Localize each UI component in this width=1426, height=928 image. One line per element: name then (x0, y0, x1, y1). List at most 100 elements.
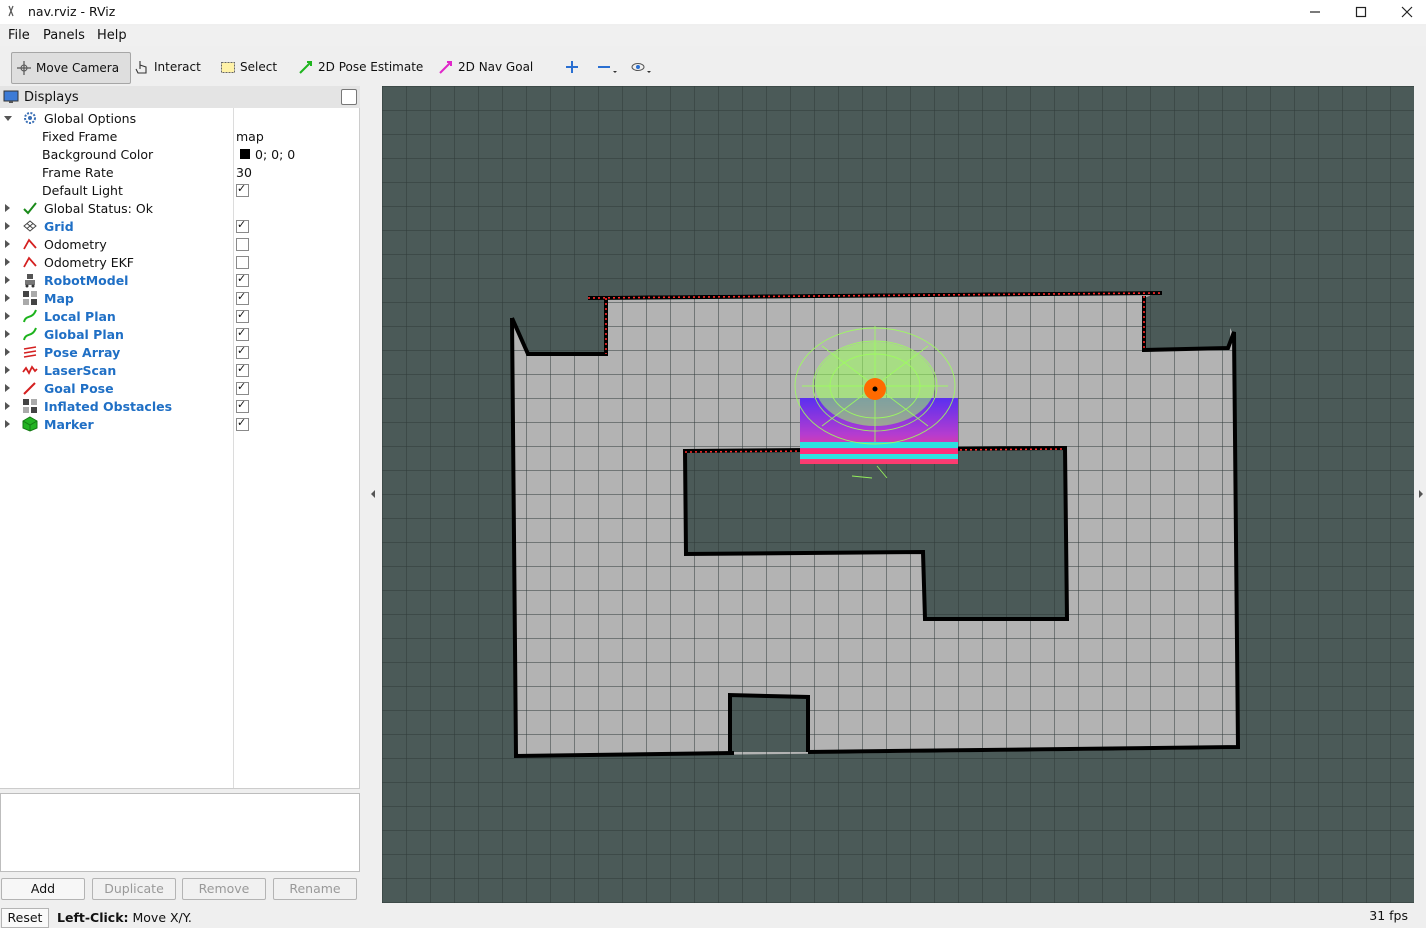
add-tool-button[interactable] (560, 52, 588, 82)
view-tool-button[interactable] (626, 52, 660, 82)
background-color-row[interactable]: Background Color 0; 0; 0 (0, 145, 359, 163)
check-icon (23, 202, 37, 215)
display-item-odometry-ekf[interactable]: Odometry EKF (0, 253, 359, 271)
display-checkbox[interactable]: ✓ (236, 218, 249, 233)
status-hint-text: Move X/Y. (128, 910, 192, 925)
expand-arrow-icon[interactable] (5, 420, 10, 428)
panel-undock-button[interactable] (341, 89, 357, 105)
color-swatch[interactable] (240, 149, 250, 159)
grid-overlay (382, 86, 1414, 903)
interact-tool[interactable]: Interact (130, 52, 205, 82)
render-viewport[interactable] (382, 86, 1414, 903)
expand-arrow-icon[interactable] (5, 258, 10, 266)
minimize-button[interactable] (1292, 0, 1338, 24)
duplicate-button[interactable]: Duplicate (92, 878, 176, 900)
expand-arrow-icon[interactable] (5, 312, 10, 320)
expand-arrow-icon[interactable] (5, 222, 10, 230)
window-title: nav.rviz - RViz (28, 4, 116, 19)
display-checkbox[interactable]: ✓ (236, 416, 249, 431)
maximize-button[interactable] (1338, 0, 1384, 24)
expand-right-panel-icon[interactable] (1419, 490, 1423, 498)
expand-arrow-icon[interactable] (5, 204, 10, 212)
nav-goal-tool[interactable]: 2D Nav Goal (434, 52, 537, 82)
display-item-label: LaserScan (44, 363, 117, 378)
display-item-odometry[interactable]: Odometry (0, 235, 359, 253)
add-button[interactable]: Add (1, 878, 85, 900)
collapse-left-panel-icon[interactable] (371, 490, 375, 498)
display-checkbox[interactable]: ✓ (236, 380, 249, 395)
robot-icon (25, 274, 35, 288)
frame-rate-row[interactable]: Frame Rate 30 (0, 163, 359, 181)
map-render (382, 86, 1414, 903)
expand-arrow-icon[interactable] (5, 402, 10, 410)
menu-help[interactable]: Help (97, 28, 127, 43)
display-item-map[interactable]: Map ✓ (0, 289, 359, 307)
display-item-goal-pose[interactable]: Goal Pose ✓ (0, 379, 359, 397)
display-item-laserscan[interactable]: LaserScan ✓ (0, 361, 359, 379)
expand-arrow-icon[interactable] (5, 276, 10, 284)
display-checkbox[interactable]: ✓ (236, 344, 249, 359)
background-color-label: Background Color (42, 147, 154, 162)
fixed-frame-value[interactable]: map (236, 129, 264, 144)
display-checkbox[interactable] (236, 238, 249, 251)
expand-arrow-icon[interactable] (5, 384, 10, 392)
fps-counter: 31 fps (1369, 908, 1408, 923)
odometry-icon (23, 238, 37, 250)
minimize-icon (1310, 11, 1320, 13)
menu-panels[interactable]: Panels (43, 28, 85, 43)
menu-file[interactable]: File (8, 28, 30, 43)
close-button[interactable] (1384, 0, 1426, 24)
display-item-pose-array[interactable]: Pose Array ✓ (0, 343, 359, 361)
reset-button[interactable]: Reset (1, 908, 49, 928)
display-checkbox[interactable]: ✓ (236, 362, 249, 377)
display-checkbox[interactable] (236, 256, 249, 269)
display-item-marker[interactable]: Marker ✓ (0, 415, 359, 433)
default-light-row[interactable]: Default Light ✓ (0, 181, 359, 199)
fixed-frame-row[interactable]: Fixed Frame map (0, 127, 359, 145)
expand-arrow-icon[interactable] (5, 294, 10, 302)
grid-icon (23, 220, 37, 232)
fixed-frame-label: Fixed Frame (42, 129, 118, 144)
display-item-grid[interactable]: Grid ✓ (0, 217, 359, 235)
background-color-value[interactable]: 0; 0; 0 (255, 147, 295, 162)
move-camera-tool[interactable]: Move Camera (11, 52, 131, 84)
expand-arrow-icon[interactable] (5, 330, 10, 338)
global-options-row[interactable]: Global Options (0, 109, 359, 127)
marker-icon (22, 416, 38, 432)
displays-title: Displays (24, 90, 79, 105)
global-status-row[interactable]: Global Status: Ok (0, 199, 359, 217)
frame-rate-label: Frame Rate (42, 165, 114, 180)
interact-label: Interact (154, 60, 201, 74)
status-bar: Reset Left-Click: Move X/Y. 31 fps (0, 904, 1426, 928)
expand-arrow-icon[interactable] (5, 240, 10, 248)
plus-icon (566, 61, 578, 73)
remove-button[interactable]: Remove (182, 878, 266, 900)
map-icon (23, 399, 37, 413)
pose-estimate-tool[interactable]: 2D Pose Estimate (294, 52, 427, 82)
pose-estimate-label: 2D Pose Estimate (318, 60, 424, 74)
display-item-label: RobotModel (44, 273, 129, 288)
display-checkbox[interactable]: ✓ (236, 308, 249, 323)
display-checkbox[interactable]: ✓ (236, 326, 249, 341)
display-item-robotmodel[interactable]: RobotModel ✓ (0, 271, 359, 289)
display-item-label: Odometry EKF (44, 255, 134, 270)
default-light-checkbox[interactable]: ✓ (236, 182, 249, 197)
title-bar: nav.rviz - RViz (0, 0, 1426, 24)
nav-goal-arrow-icon (439, 61, 452, 74)
display-item-global-plan[interactable]: Global Plan ✓ (0, 325, 359, 343)
rename-button[interactable]: Rename (273, 878, 357, 900)
eye-icon (631, 63, 651, 73)
status-hint-key: Left-Click: (57, 910, 129, 925)
display-checkbox[interactable]: ✓ (236, 398, 249, 413)
remove-tool-button[interactable] (592, 52, 626, 82)
select-tool[interactable]: Select (216, 52, 281, 82)
frame-rate-value[interactable]: 30 (236, 165, 252, 180)
expand-arrow-icon[interactable] (4, 116, 12, 121)
display-item-local-plan[interactable]: Local Plan ✓ (0, 307, 359, 325)
display-checkbox[interactable]: ✓ (236, 272, 249, 287)
display-checkbox[interactable]: ✓ (236, 290, 249, 305)
select-label: Select (240, 60, 278, 74)
expand-arrow-icon[interactable] (5, 366, 10, 374)
expand-arrow-icon[interactable] (5, 348, 10, 356)
display-item-inflated-obstacles[interactable]: Inflated Obstacles ✓ (0, 397, 359, 415)
